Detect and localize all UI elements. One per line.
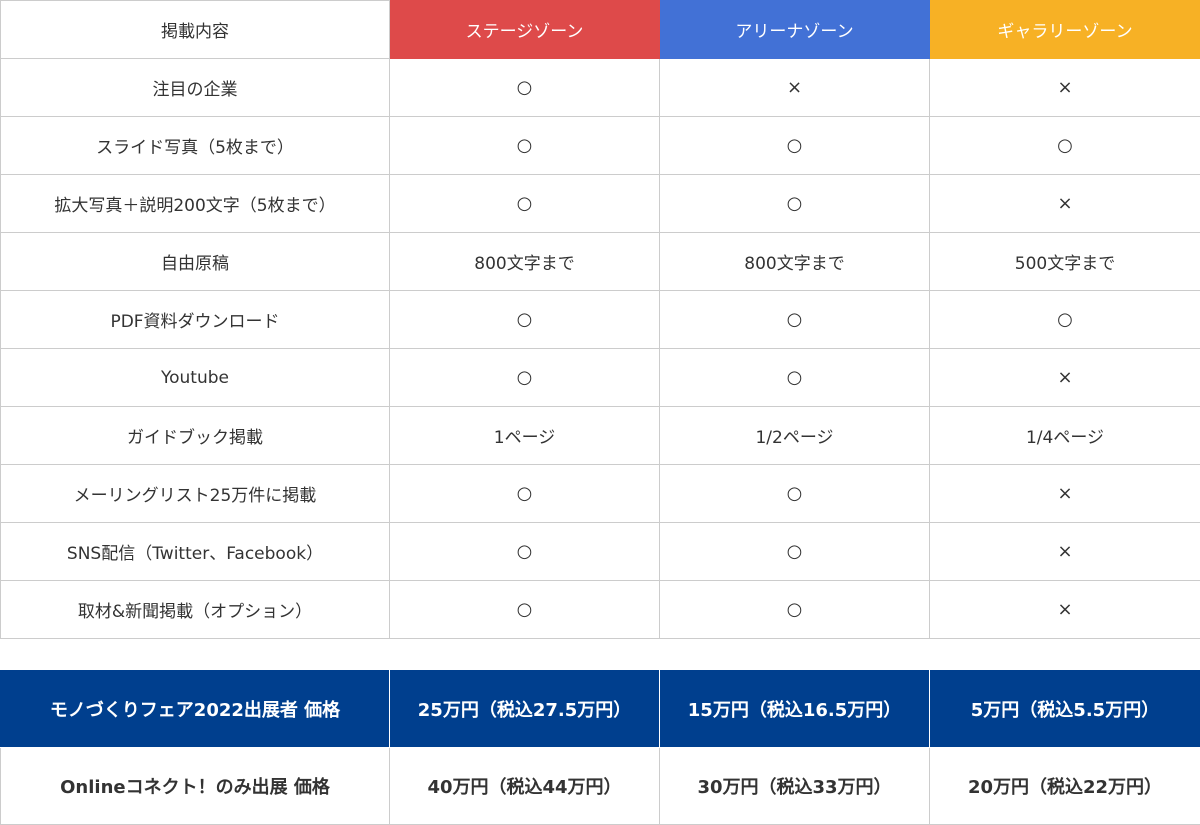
cell-arena: 800文字まで <box>660 233 930 291</box>
cell-gallery: × <box>930 465 1200 523</box>
row-label: 拡大写真＋説明200文字（5枚まで） <box>1 175 390 233</box>
zone-header-stage: ステージゾーン <box>390 1 660 59</box>
header-row: 掲載内容 ステージゾーン アリーナゾーン ギャラリーゾーン <box>1 1 1200 59</box>
cell-gallery: 1/4ページ <box>930 407 1200 465</box>
table-row: メーリングリスト25万件に掲載 ○ ○ × <box>1 465 1200 523</box>
pricing-row-exhibitor: モノづくりフェア2022出展者 価格 25万円（税込27.5万円） 15万円（税… <box>1 671 1200 748</box>
pricing-label: モノづくりフェア2022出展者 価格 <box>1 671 390 748</box>
row-label: Youtube <box>1 349 390 407</box>
pricing-label: Onlineコネクト！のみ出展 価格 <box>1 748 390 825</box>
price-gallery: 5万円（税込5.5万円） <box>930 671 1200 748</box>
table-row: 取材&新聞掲載（オプション） ○ ○ × <box>1 581 1200 639</box>
cell-arena: ○ <box>660 117 930 175</box>
cell-arena: ○ <box>660 523 930 581</box>
row-label: スライド写真（5枚まで） <box>1 117 390 175</box>
cell-stage: ○ <box>390 523 660 581</box>
header-label: 掲載内容 <box>1 1 390 59</box>
price-stage: 40万円（税込44万円） <box>390 748 660 825</box>
pricing-row-online: Onlineコネクト！のみ出展 価格 40万円（税込44万円） 30万円（税込3… <box>1 748 1200 825</box>
cell-gallery: × <box>930 523 1200 581</box>
cell-stage: ○ <box>390 175 660 233</box>
row-label: ガイドブック掲載 <box>1 407 390 465</box>
features-table: 掲載内容 ステージゾーン アリーナゾーン ギャラリーゾーン 注目の企業 ○ × … <box>0 0 1200 639</box>
cell-stage: ○ <box>390 59 660 117</box>
cell-arena: ○ <box>660 175 930 233</box>
cell-gallery: 500文字まで <box>930 233 1200 291</box>
row-label: SNS配信（Twitter、Facebook） <box>1 523 390 581</box>
cell-gallery: × <box>930 581 1200 639</box>
table-row: ガイドブック掲載 1ページ 1/2ページ 1/4ページ <box>1 407 1200 465</box>
table-row: スライド写真（5枚まで） ○ ○ ○ <box>1 117 1200 175</box>
cell-stage: ○ <box>390 581 660 639</box>
table-row: 拡大写真＋説明200文字（5枚まで） ○ ○ × <box>1 175 1200 233</box>
cell-stage: 800文字まで <box>390 233 660 291</box>
zone-header-arena: アリーナゾーン <box>660 1 930 59</box>
table-row: 注目の企業 ○ × × <box>1 59 1200 117</box>
cell-arena: ○ <box>660 291 930 349</box>
cell-gallery: ○ <box>930 117 1200 175</box>
table-row: PDF資料ダウンロード ○ ○ ○ <box>1 291 1200 349</box>
table-row: Youtube ○ ○ × <box>1 349 1200 407</box>
table-row: 自由原稿 800文字まで 800文字まで 500文字まで <box>1 233 1200 291</box>
cell-arena: × <box>660 59 930 117</box>
cell-stage: ○ <box>390 117 660 175</box>
cell-gallery: ○ <box>930 291 1200 349</box>
zone-header-gallery: ギャラリーゾーン <box>930 1 1200 59</box>
cell-stage: ○ <box>390 291 660 349</box>
cell-stage: ○ <box>390 465 660 523</box>
row-label: 注目の企業 <box>1 59 390 117</box>
row-label: メーリングリスト25万件に掲載 <box>1 465 390 523</box>
cell-gallery: × <box>930 349 1200 407</box>
cell-arena: ○ <box>660 465 930 523</box>
price-arena: 15万円（税込16.5万円） <box>660 671 930 748</box>
cell-arena: 1/2ページ <box>660 407 930 465</box>
row-label: 自由原稿 <box>1 233 390 291</box>
cell-arena: ○ <box>660 581 930 639</box>
cell-gallery: × <box>930 59 1200 117</box>
cell-stage: ○ <box>390 349 660 407</box>
price-stage: 25万円（税込27.5万円） <box>390 671 660 748</box>
table-row: SNS配信（Twitter、Facebook） ○ ○ × <box>1 523 1200 581</box>
row-label: PDF資料ダウンロード <box>1 291 390 349</box>
price-gallery: 20万円（税込22万円） <box>930 748 1200 825</box>
row-label: 取材&新聞掲載（オプション） <box>1 581 390 639</box>
pricing-table: モノづくりフェア2022出展者 価格 25万円（税込27.5万円） 15万円（税… <box>0 670 1200 825</box>
price-arena: 30万円（税込33万円） <box>660 748 930 825</box>
cell-gallery: × <box>930 175 1200 233</box>
cell-arena: ○ <box>660 349 930 407</box>
cell-stage: 1ページ <box>390 407 660 465</box>
